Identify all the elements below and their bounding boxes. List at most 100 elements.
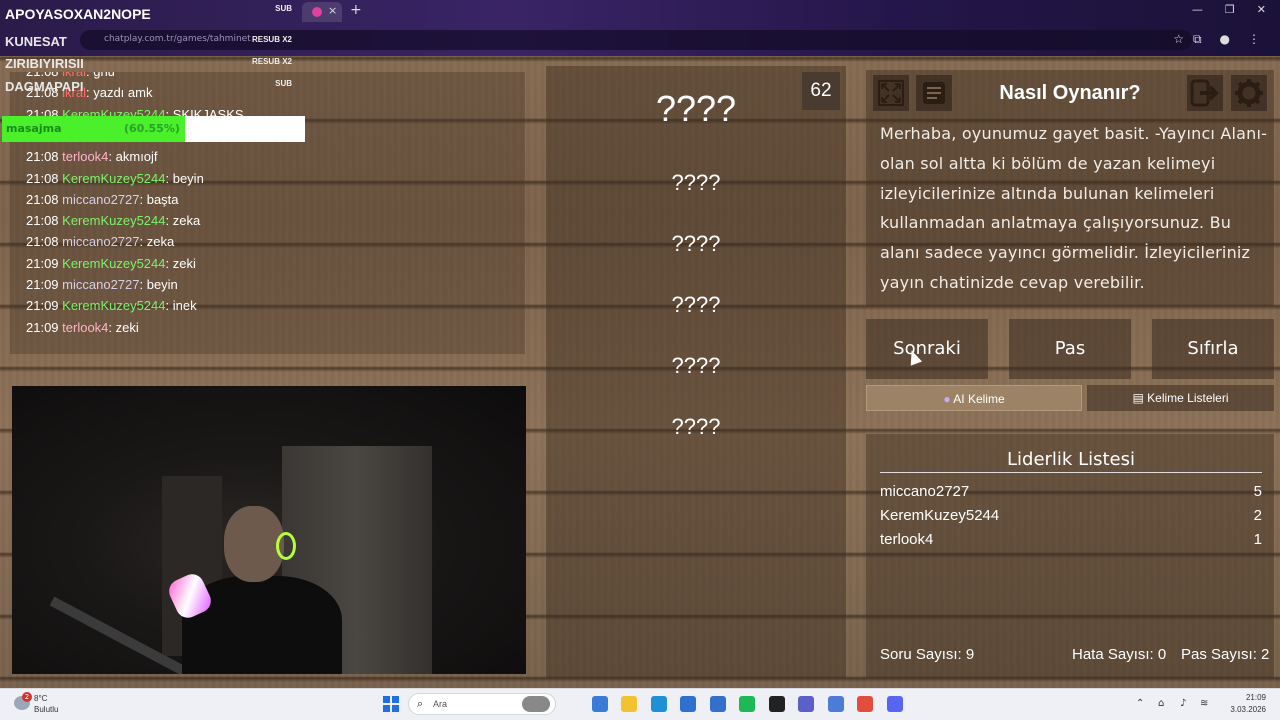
- browser-toolbar-icons: ⧉ ● ⋮: [1193, 32, 1260, 47]
- streamer-head: [224, 506, 284, 582]
- chat-text: : beyin: [139, 277, 178, 292]
- overlay-title: APOYASOXAN2NOPE: [5, 6, 151, 22]
- discord-icon[interactable]: [886, 696, 903, 712]
- close-window-button[interactable]: ✕: [1257, 3, 1266, 16]
- leaderboard-row: KeremKuzey5244 2: [880, 507, 1262, 527]
- clock-time[interactable]: 21:09: [1222, 693, 1266, 702]
- leaderboard-row: miccano2727 5: [880, 483, 1262, 503]
- chat-text: : başta: [139, 191, 179, 207]
- menu-icon[interactable]: ⋮: [1248, 32, 1260, 47]
- search-placeholder: Ara: [433, 699, 448, 709]
- word-lists-button[interactable]: ▤ Kelime Listeleri: [1087, 385, 1274, 411]
- chat-time: 21:09: [26, 298, 63, 314]
- logout-button[interactable]: [1187, 75, 1223, 111]
- chat-time: 21:08: [26, 213, 63, 229]
- webcam-feed: [12, 386, 526, 674]
- mail-icon[interactable]: [709, 696, 726, 712]
- fullscreen-icon: [878, 80, 904, 106]
- error-count: Hata Sayısı: 0: [1072, 646, 1167, 663]
- mic-icon[interactable]: ♪: [1180, 698, 1186, 709]
- chat-message: 21:08 KeremKuzey5244: beyin: [26, 171, 204, 186]
- overlay-tag: RESUB X2: [251, 57, 292, 66]
- tab-close-icon[interactable]: ×: [328, 4, 337, 17]
- chat-message: 21:08 miccano2727: başta: [26, 192, 179, 207]
- stream-overlay: APOYASOXAN2NOPE KUNESAT ZIRIBIYIRISII DA…: [0, 0, 305, 145]
- wifi-icon[interactable]: ≋: [1200, 698, 1208, 709]
- show-hidden-icons[interactable]: ⌃: [1136, 698, 1144, 709]
- chat-username[interactable]: KeremKuzey5244: [62, 213, 165, 228]
- chat-username[interactable]: miccano2727: [62, 192, 139, 207]
- store-icon[interactable]: [680, 696, 696, 712]
- notes-icon: [923, 82, 945, 104]
- reset-button[interactable]: Sıfırla: [1152, 319, 1274, 379]
- chat-time: 21:08: [26, 170, 63, 186]
- chat-username[interactable]: terlook4: [62, 149, 108, 164]
- chat-message: 21:09 miccano2727: beyin: [26, 277, 178, 292]
- chat-username[interactable]: miccano2727: [62, 277, 139, 292]
- chat-username[interactable]: KeremKuzey5244: [62, 171, 165, 186]
- chat-username[interactable]: KeremKuzey5244: [62, 298, 165, 313]
- minimize-button[interactable]: —: [1192, 3, 1203, 16]
- profile-icon[interactable]: ●: [1220, 32, 1230, 47]
- pass-button[interactable]: Pas: [1009, 319, 1131, 379]
- how-to-play-title: Nasıl Oynanır?: [999, 82, 1141, 104]
- target-word: ????: [655, 88, 737, 129]
- leaderboard-name: terlook4: [880, 531, 934, 548]
- chat-username[interactable]: miccano2727: [62, 234, 139, 249]
- weather-temp[interactable]: 8°C: [34, 694, 47, 703]
- word-lists-label: Kelime Listeleri: [1147, 391, 1229, 405]
- settings-button[interactable]: [1231, 75, 1267, 111]
- ai-icon: ●: [943, 392, 951, 406]
- chat-message: 21:09 KeremKuzey5244: zeki: [26, 256, 196, 271]
- clock-date[interactable]: 3.03.2026: [1222, 705, 1266, 714]
- chat-message: 21:08 miccano2727: zeka: [26, 234, 174, 249]
- extensions-icon[interactable]: ⧉: [1193, 32, 1202, 47]
- forbidden-word: ????: [671, 414, 721, 439]
- chat-text: : zeki: [165, 255, 196, 271]
- edge-icon[interactable]: [650, 696, 667, 712]
- next-button[interactable]: Sonraki: [866, 319, 988, 379]
- notes-button[interactable]: [916, 75, 952, 111]
- folder-icon[interactable]: [621, 696, 637, 712]
- copilot-icon[interactable]: [591, 696, 608, 712]
- ai-word-label: AI Kelime: [953, 392, 1005, 406]
- forbidden-word: ????: [671, 170, 721, 195]
- chat-message: 21:08 terlook4: akmıojf: [26, 149, 158, 164]
- question-count: Soru Sayısı: 9: [880, 646, 975, 663]
- start-menu-icon[interactable]: [383, 696, 399, 712]
- chat-message: 21:09 KeremKuzey5244: inek: [26, 298, 197, 313]
- notepad-icon[interactable]: [827, 696, 844, 712]
- chat-username[interactable]: KeremKuzey5244: [62, 256, 165, 271]
- pass-count: Pas Sayısı: 2: [1181, 646, 1270, 663]
- chat-username[interactable]: terlook4: [62, 320, 108, 335]
- network-icon[interactable]: ⌂: [1158, 698, 1164, 709]
- browser-tab[interactable]: ×: [302, 2, 342, 22]
- leaderboard-name: miccano2727: [880, 483, 970, 500]
- maximize-button[interactable]: ❐: [1225, 3, 1235, 16]
- clipboard-icon: ▤: [1132, 391, 1144, 405]
- chat-text: : beyin: [165, 170, 204, 186]
- new-tab-button[interactable]: +: [350, 2, 362, 18]
- leaderboard-score: 2: [1253, 507, 1262, 524]
- ai-word-button[interactable]: ● AI Kelime: [866, 385, 1082, 411]
- forbidden-word: ????: [671, 353, 721, 378]
- leaderboard-title: Liderlik Listesi: [1007, 449, 1135, 470]
- leaderboard-panel: [866, 434, 1274, 678]
- overlay-tag: SUB: [275, 79, 292, 88]
- chat-message: 21:09 terlook4: zeki: [26, 320, 139, 335]
- teams-icon[interactable]: [798, 696, 814, 712]
- chat-time: 21:09: [26, 277, 63, 292]
- weather-desc[interactable]: Bulutlu: [34, 705, 58, 714]
- bookmark-star-icon[interactable]: ☆: [1173, 32, 1184, 46]
- settings-icon: [1235, 79, 1263, 107]
- goal-percent: (60.55%): [124, 122, 180, 135]
- headset-light: [276, 532, 296, 560]
- app-icon[interactable]: [768, 696, 785, 712]
- file-explorer-icon[interactable]: [522, 696, 550, 712]
- spotify-icon[interactable]: [739, 696, 755, 712]
- overlay-tag: SUB: [275, 4, 292, 13]
- chrome-icon[interactable]: [857, 696, 873, 712]
- fullscreen-button[interactable]: [873, 75, 909, 111]
- window-controls: — ❐ ✕: [1192, 3, 1266, 16]
- leaderboard-divider: [880, 472, 1262, 473]
